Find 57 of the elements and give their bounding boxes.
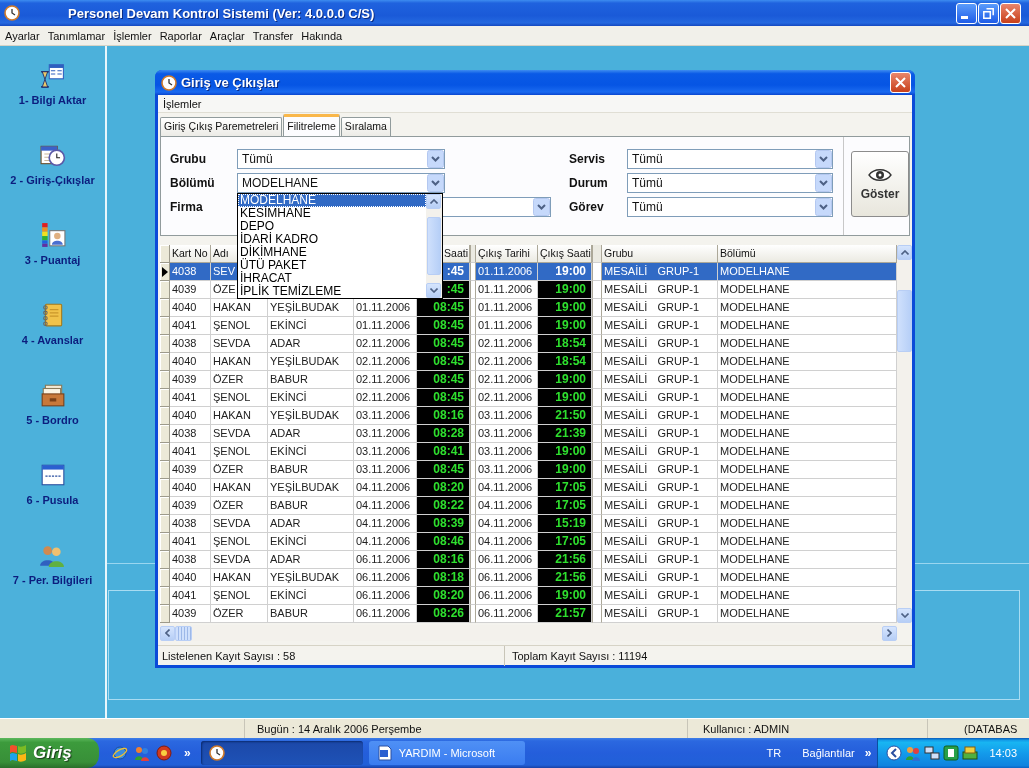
table-cell: 19:00 xyxy=(538,299,592,317)
table-cell: 19:00 xyxy=(538,281,592,299)
table-cell: 08:28 xyxy=(417,425,470,443)
table-cell: ÖZER xyxy=(211,605,268,623)
status-text: Listelenen Kayıt Sayısı : 58 xyxy=(162,650,296,662)
table-cell: MESAİLİ GRUP-1 xyxy=(602,605,718,623)
field-label: Bölümü xyxy=(170,176,216,190)
table-cell: 19:00 xyxy=(538,317,592,335)
table-cell: 21:39 xyxy=(538,425,592,443)
dialog-title: Giriş ve Çıkışlar xyxy=(181,75,280,90)
clock-text: 14:03 xyxy=(989,747,1017,759)
table-cell: 17:05 xyxy=(538,533,592,551)
field-label: Firma xyxy=(170,200,204,214)
table-cell: 21:56 xyxy=(538,551,592,569)
field-label: Servis xyxy=(569,152,607,166)
table-cell: 08:45 xyxy=(417,353,470,371)
table-cell: 08:45 xyxy=(417,371,470,389)
table-cell: 08:45 xyxy=(417,389,470,407)
status-text: (DATABAS xyxy=(964,722,1018,735)
status-text: Kullanıcı : ADMIN xyxy=(703,722,790,735)
table-cell: 19:00 xyxy=(538,371,592,389)
table-cell: 21:50 xyxy=(538,407,592,425)
table-cell: 08:16 xyxy=(417,551,470,569)
window-title: Personel Devam Kontrol Sistemi (Ver: 4.0.0.0 C/S) xyxy=(68,5,375,21)
table-cell: 15:19 xyxy=(538,515,592,533)
table-cell: MODELHANE xyxy=(718,605,897,623)
table-cell: 08:20 xyxy=(417,479,470,497)
table-cell: 17:05 xyxy=(538,497,592,515)
table-cell: 18:54 xyxy=(538,335,592,353)
table-cell: 08:45 xyxy=(417,299,470,317)
table-cell: 21:56 xyxy=(538,569,592,587)
table-cell: 08:45 xyxy=(417,335,470,353)
table-cell: 19:00 xyxy=(538,443,592,461)
table-cell: 08:16 xyxy=(417,407,470,425)
table-cell: 08:46 xyxy=(417,533,470,551)
table-cell: 19:00 xyxy=(538,461,592,479)
table-cell: 08:45 xyxy=(417,461,470,479)
table-cell: 21:57 xyxy=(538,605,592,623)
table-cell: 08:41 xyxy=(417,443,470,461)
field-label: Grubu xyxy=(170,152,207,166)
table-cell: 08:45 xyxy=(417,317,470,335)
table-cell: 4039 xyxy=(170,605,211,623)
table-cell: 08:22 xyxy=(417,497,470,515)
table-cell: 17:05 xyxy=(538,479,592,497)
table-cell: 08:20 xyxy=(417,587,470,605)
status-text: Bugün : 14 Aralık 2006 Perşembe xyxy=(257,722,422,735)
field-label: Durum xyxy=(569,176,609,190)
table-cell: BABUR xyxy=(268,605,354,623)
field-label: Görev xyxy=(569,200,605,214)
status-text: Toplam Kayıt Sayısı : 11194 xyxy=(512,650,648,662)
table-cell: 08:26 xyxy=(417,605,470,623)
table-cell: 19:00 xyxy=(538,263,592,281)
table-cell: 18:54 xyxy=(538,353,592,371)
table-cell: 08:18 xyxy=(417,569,470,587)
table-cell: 08:39 xyxy=(417,515,470,533)
table-cell: 19:00 xyxy=(538,587,592,605)
table-cell: 19:00 xyxy=(538,389,592,407)
